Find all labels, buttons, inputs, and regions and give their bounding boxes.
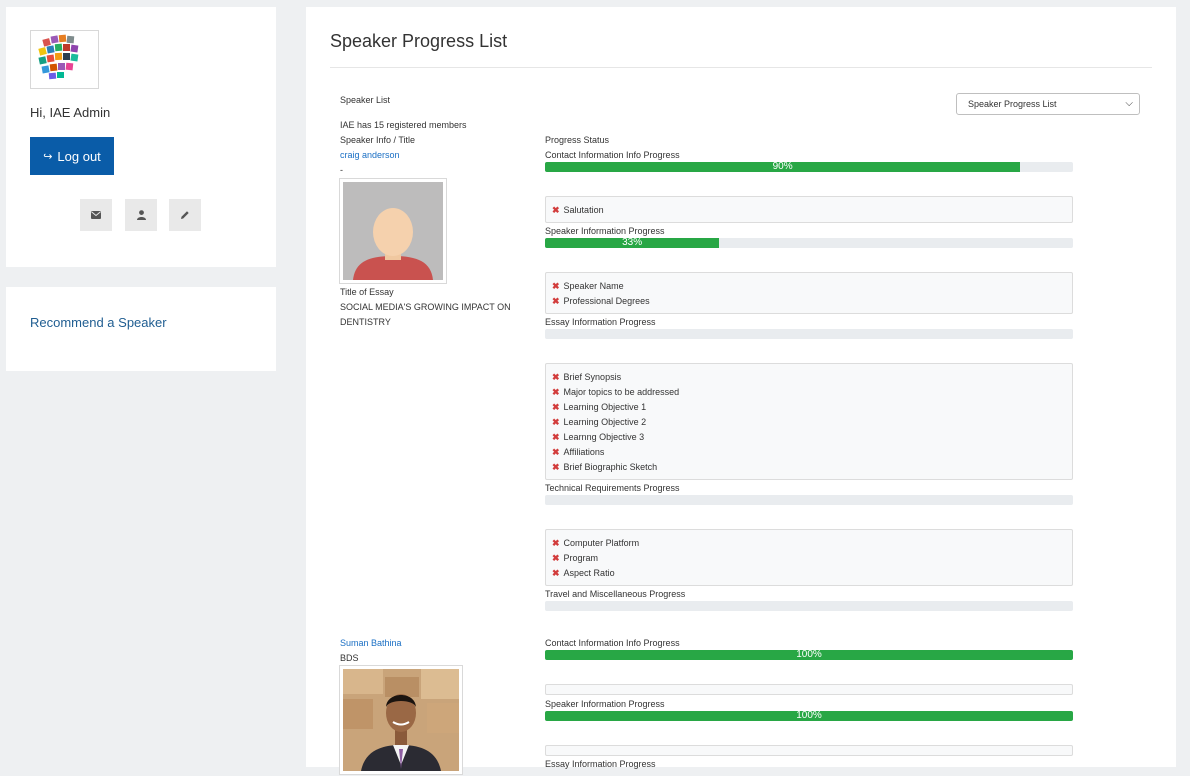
essay-title-line1: SOCIAL MEDIA'S GROWING IMPACT ON [340, 302, 511, 312]
missing-item: ✖ Learning Objective 1 [552, 402, 647, 412]
x-mark-icon: ✖ [552, 462, 560, 472]
speaker-degree: - [340, 165, 343, 175]
missing-items-box [545, 684, 1073, 695]
essay-title-label: Title of Essay [340, 287, 394, 297]
x-mark-icon: ✖ [552, 432, 560, 442]
progress-column-header: Progress Status [545, 135, 610, 145]
recommend-speaker-link[interactable]: Recommend a Speaker [30, 315, 167, 330]
missing-item: ✖ Speaker Name [552, 281, 624, 291]
chevron-down-icon: ⌵ [1125, 98, 1133, 109]
x-mark-icon: ✖ [552, 402, 560, 412]
section-label: Technical Requirements Progress [545, 483, 680, 493]
recommend-card: Recommend a Speaker [6, 287, 276, 371]
progress-fill: 100% [545, 711, 1073, 721]
progress-bar: 100% [545, 711, 1073, 721]
page-title: Speaker Progress List [330, 31, 508, 51]
progress-bar [545, 601, 1073, 611]
x-mark-icon: ✖ [552, 281, 560, 291]
x-mark-icon: ✖ [552, 568, 560, 578]
missing-item: ✖ Learnng Objective 3 [552, 432, 645, 442]
speaker-list-label: Speaker List [340, 95, 391, 105]
logout-button[interactable]: ↪ Log out [30, 137, 114, 175]
missing-item: ✖ Computer Platform [552, 538, 640, 548]
missing-item: ✖ Professional Degrees [552, 296, 650, 306]
pencil-icon [181, 211, 189, 219]
section-label: Contact Information Info Progress [545, 150, 680, 160]
missing-item: ✖ Learning Objective 2 [552, 417, 647, 427]
default-avatar-icon [343, 182, 443, 280]
x-mark-icon: ✖ [552, 205, 560, 215]
x-mark-icon: ✖ [552, 372, 560, 382]
members-count: IAE has 15 registered members [340, 120, 467, 130]
speaker-name-link[interactable]: craig anderson [340, 150, 400, 160]
main-panel: Speaker Progress List Speaker List Speak… [306, 7, 1176, 775]
missing-items-box [545, 745, 1073, 756]
view-select-value: Speaker Progress List [968, 99, 1057, 109]
profile-card: Hi, IAE Admin ↪ Log out [6, 7, 276, 267]
missing-item: ✖ Affiliations [552, 447, 605, 457]
envelope-button[interactable] [80, 199, 112, 231]
missing-item: ✖ Salutation [552, 205, 604, 215]
progress-bar: 33% [545, 238, 1073, 248]
progress-bar [545, 329, 1073, 339]
speaker-portrait-image [343, 669, 459, 771]
org-logo [30, 30, 99, 89]
missing-item: ✖ Aspect Ratio [552, 568, 615, 578]
progress-bar [545, 495, 1073, 505]
info-column-header: Speaker Info / Title [340, 135, 416, 145]
section-label: Contact Information Info Progress [545, 638, 680, 648]
x-mark-icon: ✖ [552, 296, 560, 306]
missing-items-box: ✖ Brief Synopsis ✖ Major topics to be addr… [545, 363, 1073, 480]
greeting-text: Hi, IAE Admin [30, 105, 111, 120]
profile-button[interactable] [125, 199, 157, 231]
globe-logo-icon [38, 34, 79, 80]
progress-bar: 100% [545, 650, 1073, 660]
missing-item: ✖ Program [552, 553, 599, 563]
section-label: Travel and Miscellaneous Progress [545, 589, 686, 599]
section-label: Speaker Information Progress [545, 226, 665, 236]
missing-item: ✖ Brief Biographic Sketch [552, 462, 658, 472]
progress-fill: 90% [545, 162, 1021, 172]
envelope-icon [91, 211, 101, 219]
progress-bar: 90% [545, 162, 1073, 172]
x-mark-icon: ✖ [552, 387, 560, 397]
section-label: Essay Information Progress [545, 759, 656, 769]
edit-button[interactable] [169, 199, 201, 231]
x-mark-icon: ✖ [552, 447, 560, 457]
speaker-degree: BDS [340, 653, 359, 663]
speaker-photo [339, 665, 463, 775]
missing-items-box: ✖ Salutation [545, 196, 1073, 223]
speaker-photo [339, 178, 447, 284]
logout-label: Log out [57, 148, 101, 164]
progress-fill: 100% [545, 650, 1073, 660]
progress-fill: 33% [545, 238, 720, 248]
sign-out-icon: ↪ [43, 150, 53, 163]
x-mark-icon: ✖ [552, 417, 560, 427]
view-select[interactable]: Speaker Progress List ⌵ [956, 93, 1140, 115]
essay-title-line2: DENTISTRY [340, 317, 391, 327]
section-label: Speaker Information Progress [545, 699, 665, 709]
missing-items-box: ✖ Computer Platform ✖ Program ✖ Aspect Rati… [545, 529, 1073, 586]
missing-item: ✖ Brief Synopsis [552, 372, 622, 382]
missing-item: ✖ Major topics to be addressed [552, 387, 680, 397]
x-mark-icon: ✖ [552, 553, 560, 563]
user-icon [136, 210, 146, 220]
title-divider [330, 67, 1152, 68]
x-mark-icon: ✖ [552, 538, 560, 548]
missing-items-box: ✖ Speaker Name ✖ Professional Degrees [545, 272, 1073, 314]
section-label: Essay Information Progress [545, 317, 656, 327]
speaker-name-link[interactable]: Suman Bathina [340, 638, 402, 648]
